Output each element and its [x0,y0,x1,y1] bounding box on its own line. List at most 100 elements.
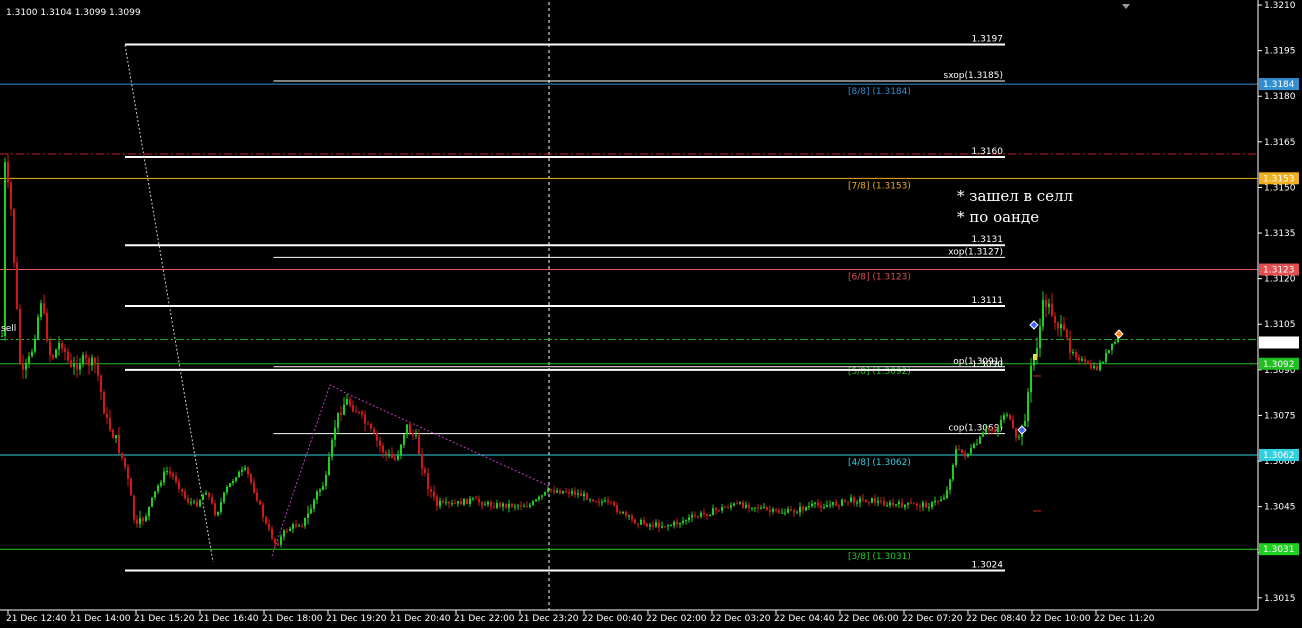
candle-body [607,500,609,502]
candle-body [166,470,168,472]
candle-body [169,470,171,474]
candle-body [628,515,630,517]
note-line-1: * зашел в селл [957,187,1073,205]
candle-body [610,501,612,503]
candle-body [391,454,393,458]
candle-body [940,499,942,502]
candle-body [1075,351,1077,358]
price-tick-label: 1.3075 [1264,411,1296,421]
candle-body [784,512,786,514]
candle-body [358,411,360,413]
candle-body [646,523,648,527]
white-level-label: sxop(1.3185) [944,71,1003,81]
candle-body [631,515,633,520]
candle-body [760,507,762,509]
candle-body [1072,351,1074,353]
candle-body [1057,322,1059,329]
candle-body [1030,365,1032,393]
candle-body [322,486,324,490]
candle-body [652,524,654,527]
candle-body [637,523,639,525]
sell-label: sell [1,324,16,334]
candle-body [190,502,192,504]
candle-body [304,517,306,526]
candle-body [316,491,318,500]
candle-body [748,504,750,508]
candle-body [625,511,627,516]
candle-body [97,363,99,376]
candle-body [736,503,738,505]
candle-body [901,502,903,508]
candle-body [451,503,453,505]
candle-body [187,498,189,503]
candle-body [949,479,951,490]
candle-body [193,501,195,503]
time-tick-label: 21 Dec 23:20 [518,614,579,624]
candle-body [1093,366,1095,369]
candle-body [907,502,909,505]
candle-body [310,508,312,514]
candle-body [766,507,768,510]
candle-body [988,428,990,431]
candle-body [1063,323,1065,330]
white-level-label: 1.3024 [972,560,1004,570]
candle-body [406,424,408,435]
candle-body [313,499,315,509]
candle-body [31,351,33,357]
candle-body [259,500,261,505]
candle-body [775,509,777,511]
candle-body [106,413,108,418]
candle-body [649,524,651,527]
candle-body [463,498,465,505]
candle-body [373,428,375,434]
candle-body [277,543,279,545]
candle-body [295,524,297,527]
candle-body [1099,362,1101,371]
candle-body [589,499,591,501]
candle-body [250,474,252,483]
candle-body [943,497,945,500]
candle-body [160,482,162,486]
candle-body [1042,299,1044,327]
candle-body [622,511,624,514]
candle-body [541,495,543,497]
price-tick-label: 1.3135 [1264,229,1296,239]
candle-body [517,505,519,507]
candle-body [121,452,123,458]
candle-body [25,362,27,370]
candle-body [325,475,327,487]
candle-body [1009,414,1011,420]
candle-body [496,503,498,508]
candle-body [592,499,594,502]
candle-body [478,498,480,503]
price-tick-label: 1.3210 [1264,1,1296,11]
candle-body [196,501,198,507]
candle-body [580,493,582,497]
candle-body [583,493,585,497]
candle-body [730,505,732,508]
white-level-label: 1.3090 [972,360,1004,370]
candle-body [238,471,240,478]
candle-body [721,506,723,511]
candle-body [1078,357,1080,361]
candle-body [595,501,597,503]
candle-body [100,375,102,393]
candle-body [487,502,489,505]
price-chart[interactable]: [8/8] (1.3184) [7/8] (1.3153) [6/8] (1.312… [0,0,1302,628]
candle-body [136,519,138,524]
candle-body [421,454,423,469]
candle-body [502,503,504,507]
candle-body [10,182,12,209]
candle-body [829,504,831,506]
candle-body [574,491,576,495]
candle-body [1045,299,1047,308]
candle-body [985,428,987,433]
candle-body [742,502,744,508]
time-tick-label: 22 Dec 10:00 [1030,614,1091,624]
candle-body [223,492,225,503]
candle-body [484,504,486,506]
candle-body [613,502,615,505]
candle-body [805,507,807,511]
candle-body [151,497,153,507]
candle-body [79,363,81,370]
